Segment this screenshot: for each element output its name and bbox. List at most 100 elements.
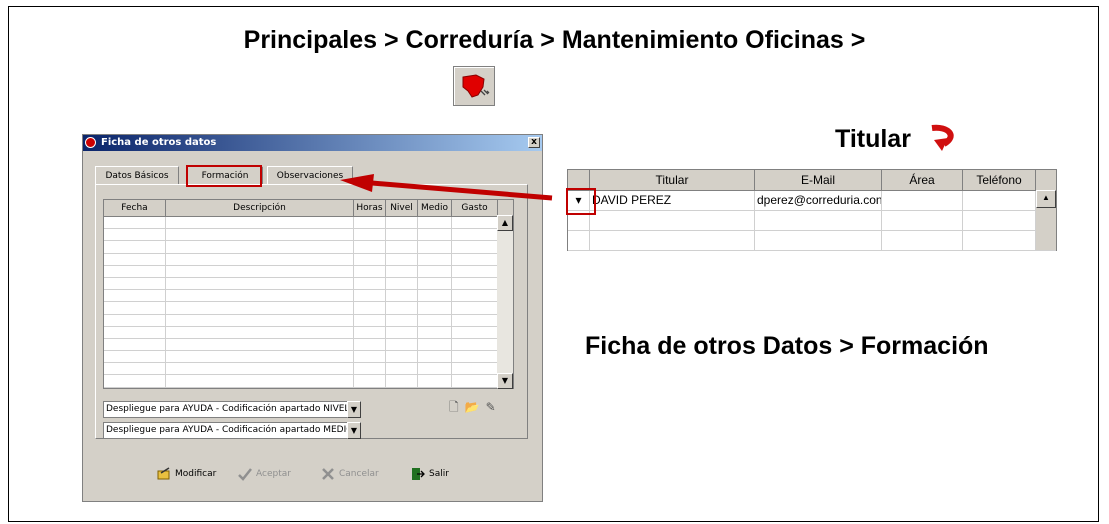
grid-cell[interactable]: [166, 217, 354, 229]
grid-row[interactable]: [104, 387, 513, 388]
grid-cell[interactable]: [452, 302, 498, 314]
salir-button[interactable]: Salir: [411, 464, 449, 484]
grid-cell[interactable]: [386, 265, 418, 277]
grid-cell[interactable]: [452, 265, 498, 277]
grid-cell[interactable]: [166, 314, 354, 326]
new-document-icon[interactable]: 🗋: [449, 400, 465, 414]
grid-cell[interactable]: [418, 375, 452, 387]
grid-cell[interactable]: [166, 351, 354, 363]
grid-cell[interactable]: [386, 375, 418, 387]
grid-cell[interactable]: [354, 387, 386, 388]
grid-cell[interactable]: [104, 265, 166, 277]
grid-cell[interactable]: [354, 217, 386, 229]
grid-cell[interactable]: [166, 241, 354, 253]
grid-cell[interactable]: [418, 229, 452, 241]
grid-cell[interactable]: [452, 241, 498, 253]
grid-cell[interactable]: [166, 302, 354, 314]
grid-cell[interactable]: [418, 387, 452, 388]
grid-cell[interactable]: [354, 302, 386, 314]
grid-row[interactable]: [104, 265, 513, 278]
grid-cell[interactable]: [354, 375, 386, 387]
grid-cell[interactable]: [418, 277, 452, 290]
grid-cell[interactable]: [452, 229, 498, 241]
grid-cell[interactable]: [104, 241, 166, 253]
grid-cell[interactable]: [386, 241, 418, 253]
grid-row[interactable]: [104, 375, 513, 388]
titular-grid[interactable]: Titular E-Mail Área Teléfono ▾ DAVID PER…: [567, 169, 1057, 251]
grid-cell[interactable]: [452, 375, 498, 387]
grid-cell[interactable]: [418, 338, 452, 351]
grid-cell[interactable]: [386, 302, 418, 314]
grid-row[interactable]: [104, 363, 513, 376]
grid-cell[interactable]: [166, 290, 354, 302]
grid-cell[interactable]: [354, 326, 386, 338]
grid-cell[interactable]: [104, 229, 166, 241]
grid-cell[interactable]: [354, 265, 386, 277]
grid-cell[interactable]: [166, 387, 354, 388]
area-cell[interactable]: [882, 191, 963, 210]
grid-cell[interactable]: [386, 326, 418, 338]
column-header[interactable]: Área: [882, 170, 963, 190]
grid-row[interactable]: [104, 314, 513, 327]
grid-cell[interactable]: [418, 265, 452, 277]
table-row[interactable]: ▾ DAVID PEREZ dperez@correduria.con: [568, 191, 1056, 211]
column-header[interactable]: Horas: [354, 200, 386, 216]
grid-cell[interactable]: [354, 277, 386, 290]
grid-cell[interactable]: [418, 241, 452, 253]
chevron-down-icon[interactable]: ▼: [347, 401, 361, 418]
grid-cell[interactable]: [418, 253, 452, 265]
grid-cell[interactable]: [386, 387, 418, 388]
grid-cell[interactable]: [418, 326, 452, 338]
vertical-scrollbar[interactable]: ▲ ▼: [497, 215, 513, 389]
grid-cell[interactable]: [452, 326, 498, 338]
tab-datos-basicos[interactable]: Datos Básicos: [95, 166, 179, 185]
grid-cell[interactable]: [386, 229, 418, 241]
grid-cell[interactable]: [166, 338, 354, 351]
grid-cell[interactable]: [104, 351, 166, 363]
close-button[interactable]: x: [528, 137, 540, 148]
grid-cell[interactable]: [354, 363, 386, 375]
grid-cell[interactable]: [354, 241, 386, 253]
telefono-cell[interactable]: [963, 191, 1036, 210]
grid-cell[interactable]: [104, 326, 166, 338]
grid-row[interactable]: [104, 290, 513, 303]
scroll-up-icon[interactable]: ▲: [1036, 190, 1056, 208]
grid-cell[interactable]: [452, 217, 498, 229]
grid-row[interactable]: [104, 277, 513, 291]
grid-row[interactable]: [104, 229, 513, 242]
grid-cell[interactable]: [104, 338, 166, 351]
table-row[interactable]: [568, 231, 1056, 251]
grid-cell[interactable]: [386, 253, 418, 265]
cancelar-button[interactable]: Cancelar: [321, 464, 379, 484]
grid-cell[interactable]: [418, 217, 452, 229]
modificar-button[interactable]: Modificar: [157, 464, 216, 484]
grid-cell[interactable]: [354, 338, 386, 351]
grid-cell[interactable]: [452, 351, 498, 363]
grid-cell[interactable]: [104, 363, 166, 375]
titular-scrollbar[interactable]: ▲: [1036, 190, 1056, 250]
grid-cell[interactable]: [166, 277, 354, 290]
grid-row[interactable]: [104, 326, 513, 339]
grid-cell[interactable]: [104, 277, 166, 290]
titular-cell[interactable]: DAVID PEREZ: [590, 191, 755, 210]
column-header[interactable]: Descripción: [166, 200, 354, 216]
grid-cell[interactable]: [418, 351, 452, 363]
grid-cell[interactable]: [386, 363, 418, 375]
column-header[interactable]: Titular: [590, 170, 755, 190]
grid-cell[interactable]: [386, 351, 418, 363]
column-header[interactable]: Nivel: [386, 200, 418, 216]
scroll-down-icon[interactable]: ▼: [497, 373, 513, 389]
aceptar-button[interactable]: Aceptar: [238, 464, 291, 484]
column-header[interactable]: Teléfono: [963, 170, 1036, 190]
grid-cell[interactable]: [166, 253, 354, 265]
grid-cell[interactable]: [386, 314, 418, 326]
grid-row[interactable]: [104, 351, 513, 364]
grid-cell[interactable]: [354, 351, 386, 363]
grid-row[interactable]: [104, 302, 513, 315]
grid-cell[interactable]: [452, 314, 498, 326]
grid-cell[interactable]: [354, 253, 386, 265]
grid-cell[interactable]: [166, 265, 354, 277]
grid-cell[interactable]: [452, 253, 498, 265]
grid-cell[interactable]: [104, 290, 166, 302]
grid-row[interactable]: [104, 241, 513, 254]
